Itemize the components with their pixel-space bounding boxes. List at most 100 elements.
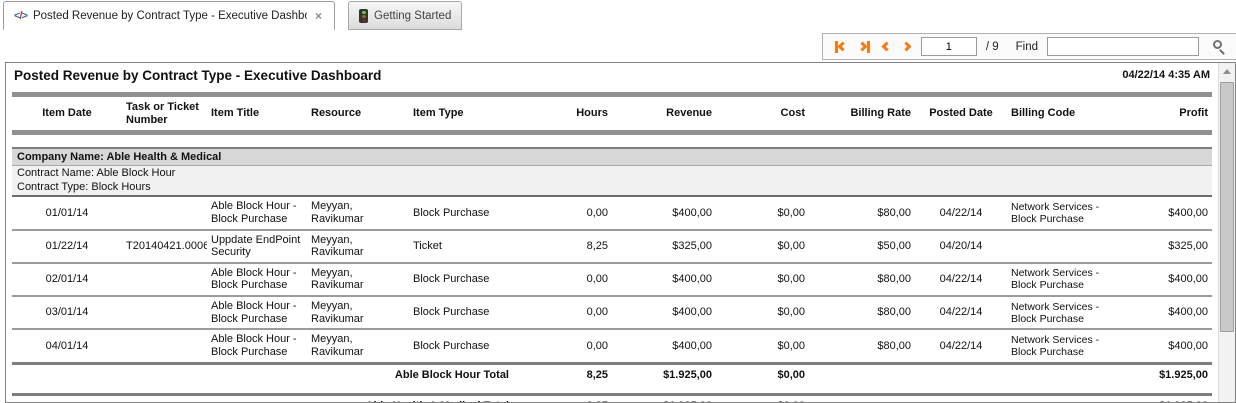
contract-total-label: Able Block Hour Total xyxy=(12,363,517,385)
tab-getting-started-label: Getting Started xyxy=(374,10,451,22)
tab-report[interactable]: </> Posted Revenue by Contract Type - Ex… xyxy=(3,1,335,30)
cell-hours: 0,00 xyxy=(517,329,612,363)
cell-item-date: 02/01/14 xyxy=(12,263,122,296)
company-group-label: Company Name: Able Health & Medical xyxy=(12,148,1212,166)
cell-revenue: $400,00 xyxy=(612,196,716,229)
last-page-icon xyxy=(857,42,867,52)
cell-item-type: Block Purchase xyxy=(409,196,517,229)
cell-posted-date: 04/22/14 xyxy=(915,196,1007,229)
cell-billing-code: Network Services - Block Purchase xyxy=(1007,329,1127,363)
cell-billing-rate: $80,00 xyxy=(809,296,915,329)
find-search-button[interactable] xyxy=(1208,37,1230,57)
cell-item-title: Able Block Hour - Block Purchase xyxy=(207,296,307,329)
previous-page-button[interactable] xyxy=(881,41,892,52)
page-number-input[interactable] xyxy=(921,37,977,56)
cell-resource: Meyyan, Ravikumar xyxy=(307,296,409,329)
report-content: Posted Revenue by Contract Type - Execut… xyxy=(6,63,1218,402)
col-profit: Profit xyxy=(1127,97,1212,130)
traffic-light-icon xyxy=(359,9,368,23)
company-total-label: Able Health & Medical Total xyxy=(12,394,517,402)
col-item-type: Item Type xyxy=(409,97,517,130)
toolbar-row: / 9 Find xyxy=(0,30,1236,60)
cell-billing-code xyxy=(1007,230,1127,263)
cell-cost: $0,00 xyxy=(716,230,809,263)
cell-revenue: $400,00 xyxy=(612,263,716,296)
code-icon: </> xyxy=(14,10,27,22)
cell-cost: $0,00 xyxy=(716,296,809,329)
find-label: Find xyxy=(1016,41,1038,53)
cell-cost: $0,00 xyxy=(716,329,809,363)
company-group-row: Company Name: Able Health & Medical xyxy=(12,148,1212,166)
cell-hours: 0,00 xyxy=(517,196,612,229)
cell-item-title: Able Block Hour - Block Purchase xyxy=(207,196,307,229)
contract-type-row: Contract Type: Block Hours xyxy=(12,180,1212,196)
cell-item-type: Block Purchase xyxy=(409,263,517,296)
scroll-up-button[interactable] xyxy=(1219,63,1235,80)
cell-item-title: Able Block Hour - Block Purchase xyxy=(207,263,307,296)
previous-page-icon xyxy=(881,42,891,52)
col-posted-date: Posted Date xyxy=(915,97,1007,130)
contract-name-row: Contract Name: Able Block Hour xyxy=(12,166,1212,181)
cell-task-number xyxy=(122,196,207,229)
col-item-date: Item Date xyxy=(12,97,122,130)
cell-billing-rate: $50,00 xyxy=(809,230,915,263)
vertical-scrollbar[interactable] xyxy=(1218,63,1235,402)
col-item-title: Item Title xyxy=(207,97,307,130)
table-row: 02/01/14 Able Block Hour - Block Purchas… xyxy=(12,263,1212,296)
col-billing-code: Billing Code xyxy=(1007,97,1127,130)
cell-resource: Meyyan, Ravikumar xyxy=(307,230,409,263)
tab-close-icon[interactable]: × xyxy=(313,9,324,23)
cell-billing-rate: $80,00 xyxy=(809,263,915,296)
cell-profit: $400,00 xyxy=(1127,263,1212,296)
first-page-button[interactable] xyxy=(833,39,848,55)
cell-billing-code: Network Services - Block Purchase xyxy=(1007,263,1127,296)
page-total-label: / 9 xyxy=(986,41,999,53)
cell-billing-code: Network Services - Block Purchase xyxy=(1007,296,1127,329)
cell-cost: $0,00 xyxy=(716,196,809,229)
tab-bar: </> Posted Revenue by Contract Type - Ex… xyxy=(0,0,1236,30)
table-header: Item Date Task or Ticket Number Item Tit… xyxy=(12,92,1212,148)
cell-item-title: Able Block Hour - Block Purchase xyxy=(207,329,307,363)
table-row: 03/01/14 Able Block Hour - Block Purchas… xyxy=(12,296,1212,329)
pager-toolbar: / 9 Find xyxy=(822,33,1236,60)
report-viewer: Posted Revenue by Contract Type - Execut… xyxy=(5,62,1236,403)
cell-task-number: T20140421.0006 xyxy=(122,230,207,263)
cell-profit: $400,00 xyxy=(1127,296,1212,329)
cell-task-number xyxy=(122,263,207,296)
cell-resource: Meyyan, Ravikumar xyxy=(307,263,409,296)
col-hours: Hours xyxy=(517,97,612,130)
report-title-row: Posted Revenue by Contract Type - Execut… xyxy=(6,63,1218,83)
cell-posted-date: 04/22/14 xyxy=(915,296,1007,329)
last-page-button[interactable] xyxy=(857,39,872,55)
scrollbar-thumb[interactable] xyxy=(1220,82,1234,332)
cell-item-date: 01/22/14 xyxy=(12,230,122,263)
cell-revenue: $400,00 xyxy=(612,296,716,329)
cell-profit: $325,00 xyxy=(1127,230,1212,263)
cell-cost: $0,00 xyxy=(716,263,809,296)
cell-item-date: 01/01/14 xyxy=(12,196,122,229)
contract-total-row: Able Block Hour Total 8,25 $1.925,00 $0,… xyxy=(12,363,1212,385)
col-cost: Cost xyxy=(716,97,809,130)
cell-billing-code: Network Services - Block Purchase xyxy=(1007,196,1127,229)
cell-posted-date: 04/22/14 xyxy=(915,329,1007,363)
cell-item-date: 03/01/14 xyxy=(12,296,122,329)
cell-profit: $400,00 xyxy=(1127,196,1212,229)
cell-task-number xyxy=(122,296,207,329)
cell-item-title: Uppdate EndPoint Security xyxy=(207,230,307,263)
cell-item-type: Block Purchase xyxy=(409,329,517,363)
scroll-up-icon xyxy=(1223,69,1231,74)
table-totals: Able Block Hour Total 8,25 $1.925,00 $0,… xyxy=(12,363,1212,402)
cell-resource: Meyyan, Ravikumar xyxy=(307,329,409,363)
cell-item-type: Block Purchase xyxy=(409,296,517,329)
cell-hours: 0,00 xyxy=(517,296,612,329)
next-page-button[interactable] xyxy=(901,41,912,52)
col-task-number: Task or Ticket Number xyxy=(122,97,207,130)
cell-hours: 8,25 xyxy=(517,230,612,263)
cell-revenue: $400,00 xyxy=(612,329,716,363)
find-input[interactable] xyxy=(1047,37,1199,56)
contract-name-label: Contract Name: Able Block Hour xyxy=(12,166,1212,181)
report-title: Posted Revenue by Contract Type - Execut… xyxy=(14,68,381,83)
tab-getting-started[interactable]: Getting Started xyxy=(348,1,462,30)
tab-report-label: Posted Revenue by Contract Type - Execut… xyxy=(33,10,307,22)
table-row: 01/01/14 Able Block Hour - Block Purchas… xyxy=(12,196,1212,229)
